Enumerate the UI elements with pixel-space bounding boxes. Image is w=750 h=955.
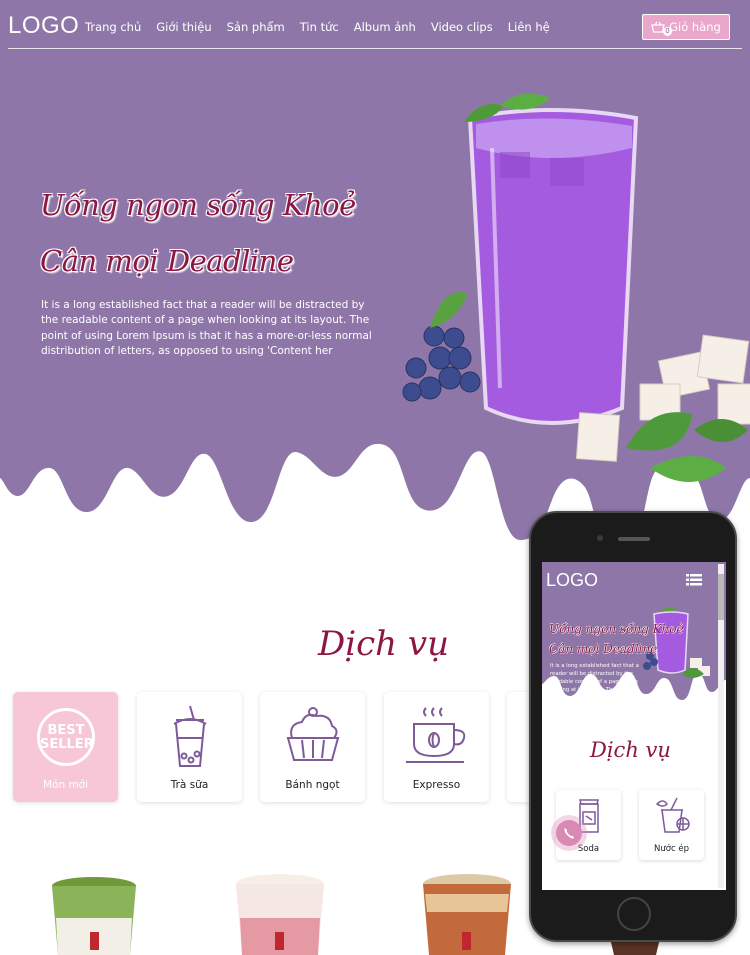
mobile-service-label: Nước ép [654,844,689,854]
main-menu: Trang chủ Giới thiệu Sản phẩm Tin tức Al… [85,20,565,34]
menu-item-news[interactable]: Tin tức [300,20,339,34]
phone-call-icon[interactable] [556,820,582,846]
mobile-intro-text: It is a long established fact that a rea… [550,663,639,693]
mobile-service-card-juice[interactable]: Nước ép [639,790,704,860]
service-card-milk-tea[interactable]: Trà sữa [137,692,242,802]
service-card-label: Expresso [412,779,461,791]
menu-item-products[interactable]: Sản phẩm [227,20,285,34]
cart-count-badge: 0 [663,27,672,36]
service-card-label: Trà sữa [170,779,209,791]
cupcake-icon [286,707,340,761]
mobile-slogan-line1: Uống ngon sống Khoẻ [549,622,684,636]
service-card-pastry[interactable]: Bánh ngọt [260,692,365,802]
phone-home-button [617,897,651,931]
mobile-logo[interactable]: LOGO [546,570,598,591]
service-card-espresso[interactable]: Expresso [384,692,489,802]
mobile-slogan-line2: Cân mọi Deadline [549,642,658,656]
top-navigation: LOGO Trang chủ Giới thiệu Sản phẩm Tin t… [0,0,750,50]
hamburger-menu-icon[interactable] [686,574,702,586]
strawberry-milk-image [236,874,324,955]
services-title: Dịch vụ [318,624,449,664]
cart-label: Giỏ hàng [669,20,721,34]
mobile-scrollbar-thumb[interactable] [718,574,724,620]
hero-slogan-line1: Uống ngon sống Khoẻ [40,188,356,222]
menu-item-home[interactable]: Trang chủ [85,20,141,34]
service-card-label: Bánh ngọt [285,779,340,791]
hero-section: LOGO Trang chủ Giới thiệu Sản phẩm Tin t… [0,0,750,600]
hero-slogan-line2: Cân mọi Deadline [40,244,294,278]
mobile-services-title: Dịch vụ [590,738,671,762]
service-card-label: Món mới [42,779,89,791]
menu-item-album[interactable]: Album ảnh [354,20,416,34]
coffee-cup-icon [406,707,466,763]
phone-screen: LOGO Uống ngon sống Khoẻ Cân mọi Deadlin… [542,562,726,890]
site-logo[interactable]: LOGO [8,12,79,40]
hero-intro-text: It is a long established fact that a rea… [41,299,372,357]
service-card-new-items[interactable]: BEST SELLER Món mới [13,692,118,802]
juice-icon [655,797,690,833]
bubble-tea-icon [173,705,207,767]
cart-button[interactable]: Giỏ hàng [642,14,730,40]
phone-speaker [618,537,650,541]
best-seller-badge-icon: BEST SELLER [37,708,95,766]
matcha-latte-image [52,877,136,955]
mobile-preview-phone: LOGO Uống ngon sống Khoẻ Cân mọi Deadlin… [529,511,737,942]
nav-divider [8,48,742,49]
menu-item-contact[interactable]: Liên hệ [508,20,550,34]
brown-sugar-tea-image [423,874,511,955]
taro-milk-tea-image [402,93,750,482]
phone-camera [597,535,603,541]
menu-item-about[interactable]: Giới thiệu [156,20,211,34]
menu-item-videos[interactable]: Video clips [431,20,493,34]
